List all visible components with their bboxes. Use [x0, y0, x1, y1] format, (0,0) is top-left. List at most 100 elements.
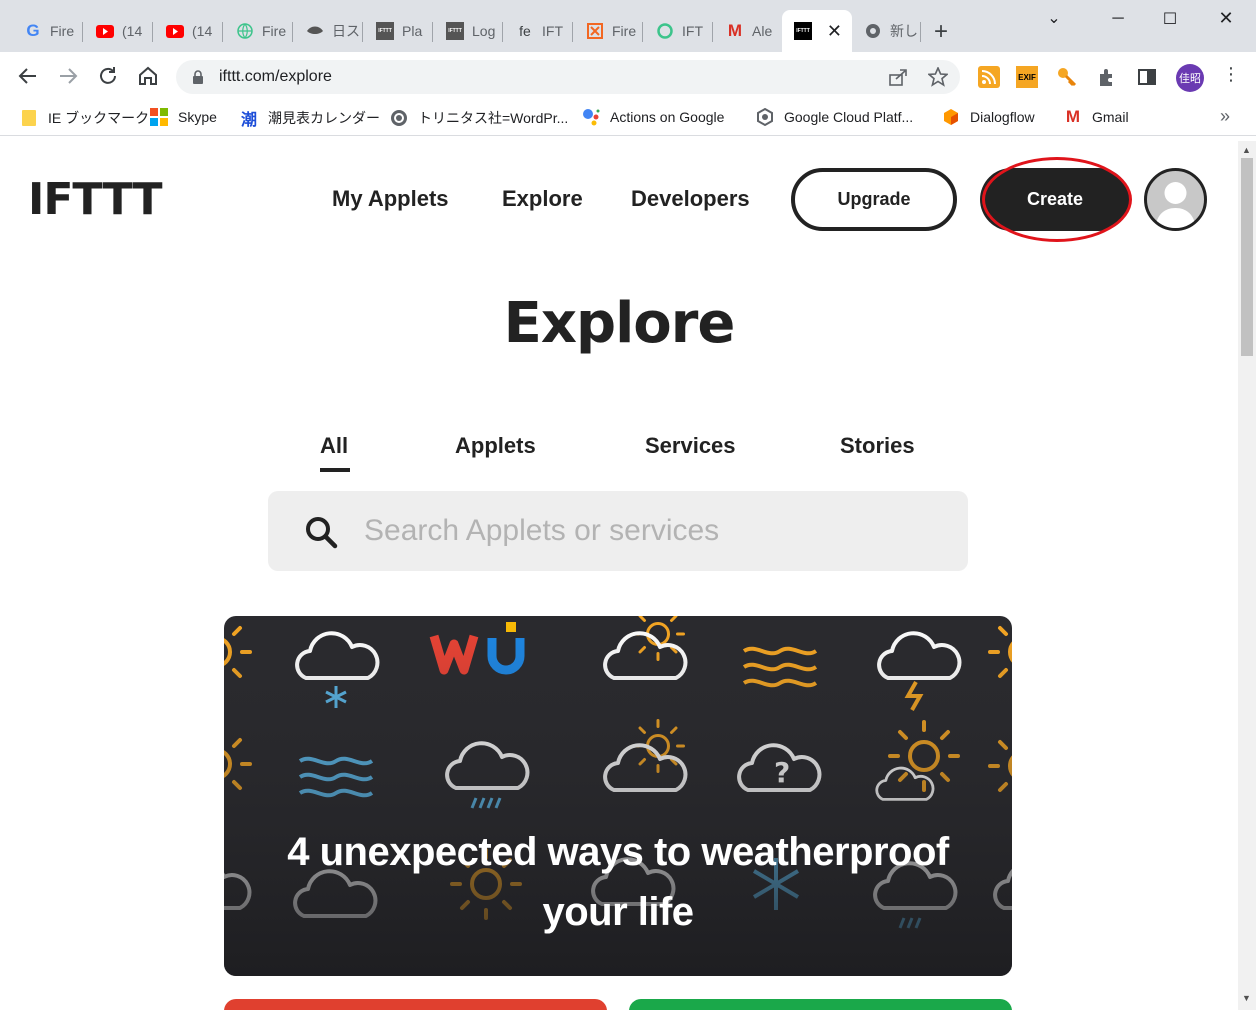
search-box[interactable] [268, 491, 968, 571]
tab-services[interactable]: Services [645, 433, 736, 459]
windows-icon [150, 108, 168, 126]
tab-search-chevron-icon[interactable]: ⌄ [1034, 8, 1074, 28]
dialogflow-icon [942, 108, 960, 126]
ifttt-icon: IFTTT [794, 22, 812, 40]
share-icon[interactable] [888, 68, 908, 86]
side-panel-icon[interactable] [1136, 66, 1158, 88]
bookmark-item[interactable]: 潮 潮見表カレンダー [240, 108, 380, 129]
grid-icon [586, 22, 604, 40]
scroll-up-arrow-icon[interactable]: ▲ [1242, 145, 1251, 155]
browser-tab[interactable]: IFTTT Log [434, 10, 502, 52]
nav-developers[interactable]: Developers [631, 186, 750, 212]
tab-label: Fire [50, 23, 75, 39]
tab-label: 新し [890, 23, 918, 39]
browser-tab[interactable]: Fire [224, 10, 292, 52]
upgrade-button[interactable]: Upgrade [791, 168, 957, 231]
browser-tab[interactable]: (14 [154, 10, 222, 52]
bookmark-label: トリニタス社=WordPr... [418, 110, 569, 126]
window-close-button[interactable]: ✕ [1206, 8, 1246, 29]
ifttt-icon: IFTTT [446, 22, 464, 40]
tab-label: Fire [612, 23, 637, 39]
bookmark-item[interactable]: M Gmail [1064, 107, 1129, 126]
tab-label: Fire [262, 23, 287, 39]
rss-icon[interactable] [978, 66, 1000, 88]
tab-label: IFT [542, 23, 563, 39]
nav-my-applets[interactable]: My Applets [332, 186, 449, 212]
reload-icon[interactable] [96, 64, 120, 88]
maximize-button[interactable]: ☐ [1150, 9, 1190, 29]
user-silhouette-icon [1155, 182, 1196, 228]
bookmark-item[interactable]: Skype [150, 108, 217, 126]
menu-kebab-icon[interactable]: ⋮ [1220, 64, 1242, 86]
tab-separator [292, 22, 293, 42]
story-title: 4 unexpected ways to weatherproof your l… [287, 830, 949, 934]
tab-label: (14 [122, 23, 143, 39]
exif-icon[interactable]: EXIF [1016, 66, 1038, 88]
scroll-down-arrow-icon[interactable]: ▼ [1242, 993, 1251, 1003]
browser-tab[interactable]: 日ス [294, 10, 362, 52]
tab-separator [362, 22, 363, 42]
browser-tab[interactable]: M Ale [714, 10, 782, 52]
profile-avatar[interactable]: 佳昭 [1176, 64, 1204, 92]
browser-tab[interactable]: IFTTT Pla [364, 10, 432, 52]
browser-tab[interactable]: (14 [84, 10, 152, 52]
story-card[interactable]: ? 4 unexpected ways to weatherproof your… [224, 616, 1012, 976]
bookmark-label: Gmail [1092, 109, 1129, 125]
bookmark-star-icon[interactable] [928, 67, 948, 87]
fe-icon: fe [519, 23, 531, 39]
gmail-icon: M [727, 21, 743, 40]
bookmark-item[interactable]: Google Cloud Platf... [756, 108, 913, 126]
bookmarks-overflow-chevron-icon[interactable]: » [1220, 106, 1230, 127]
active-tab-indicator [320, 468, 350, 472]
bookmark-item[interactable]: Actions on Google [582, 108, 724, 126]
back-arrow-icon[interactable] [16, 64, 40, 88]
ifttt-explore-page: IFTTT My Applets Explore Developers Upgr… [0, 141, 1238, 1010]
tab-separator [152, 22, 153, 42]
google-icon: G [26, 21, 40, 40]
chrome-icon [864, 22, 882, 40]
search-icon [306, 517, 338, 549]
user-avatar[interactable] [1144, 168, 1207, 231]
browser-toolbar: ifttt.com/explore EXIF 佳昭 ⋮ [0, 52, 1256, 100]
browser-tab[interactable]: IFT [644, 10, 712, 52]
tab-separator [432, 22, 433, 42]
tab-label: Pla [402, 23, 423, 39]
bookmarks-bar: IE ブックマーク Skype 潮 潮見表カレンダー トリニタス社=WordPr… [0, 100, 1256, 136]
forward-arrow-icon[interactable] [56, 64, 80, 88]
search-input[interactable] [364, 509, 924, 553]
new-tab-button[interactable]: + [934, 20, 948, 44]
scrollbar-thumb[interactable] [1241, 158, 1253, 356]
tab-label: Ale [752, 23, 773, 39]
kanji-icon: 潮 [240, 112, 257, 129]
bookmark-item[interactable]: トリニタス社=WordPr... [390, 108, 568, 128]
tab-separator [82, 22, 83, 42]
home-icon[interactable] [136, 64, 160, 88]
nav-explore[interactable]: Explore [502, 186, 583, 212]
address-bar[interactable]: ifttt.com/explore [176, 60, 960, 94]
bird-icon [306, 22, 324, 40]
close-icon[interactable]: ✕ [827, 21, 842, 42]
tab-all[interactable]: All [320, 433, 348, 459]
key-icon[interactable] [1056, 66, 1078, 88]
create-button[interactable]: Create [980, 168, 1130, 231]
browser-tab[interactable]: fe IFT [504, 10, 572, 52]
ifttt-logo[interactable]: IFTTT [28, 177, 162, 223]
browser-tab[interactable]: G Fire [12, 10, 84, 52]
gcp-icon [756, 108, 774, 126]
bookmark-label: IE ブックマーク [48, 110, 150, 126]
tab-stories[interactable]: Stories [840, 433, 915, 459]
applet-card-peek-green[interactable] [629, 999, 1012, 1010]
bookmark-item[interactable]: IE ブックマーク [20, 108, 149, 128]
bookmark-label: Actions on Google [610, 109, 725, 125]
extensions-puzzle-icon[interactable] [1096, 66, 1118, 88]
browser-tab[interactable]: Fire [574, 10, 642, 52]
minimize-button[interactable]: ─ [1098, 10, 1138, 28]
browser-tab[interactable]: 新し [852, 10, 920, 52]
browser-tab-active[interactable]: IFTTT ✕ [782, 10, 852, 52]
gmail-icon: M [1065, 107, 1081, 126]
bookmark-item[interactable]: Dialogflow [942, 108, 1035, 126]
applet-card-peek-red[interactable] [224, 999, 607, 1010]
tab-separator [572, 22, 573, 42]
page-scrollbar[interactable]: ▲ ▼ [1238, 141, 1256, 1010]
tab-applets[interactable]: Applets [455, 433, 536, 459]
